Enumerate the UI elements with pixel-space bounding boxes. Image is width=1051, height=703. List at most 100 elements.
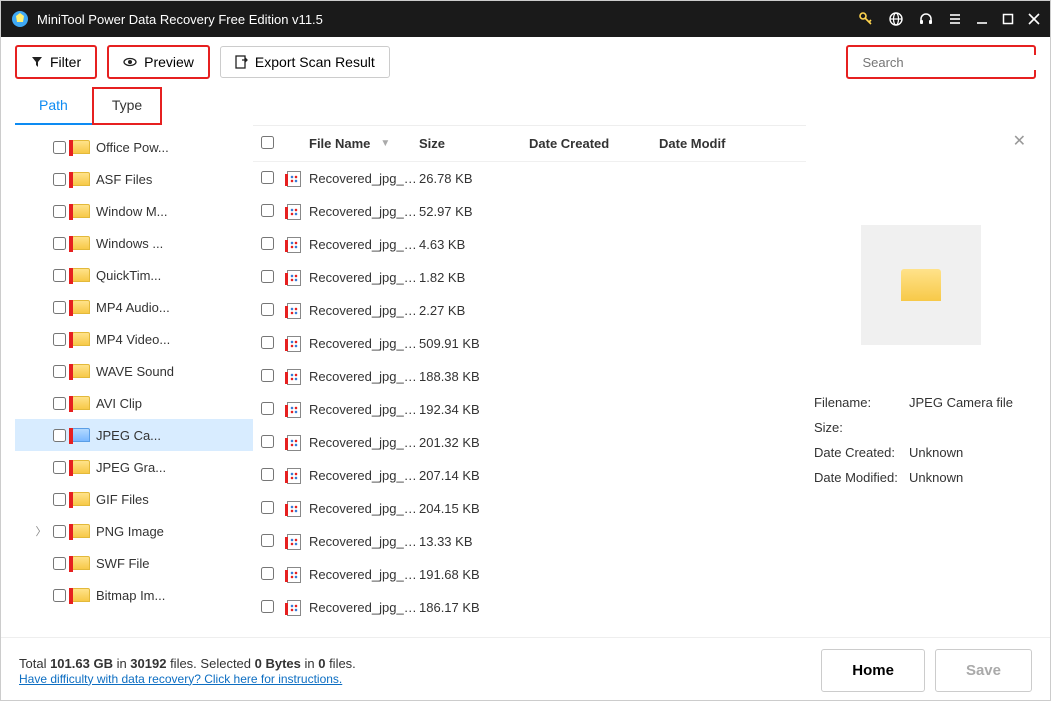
sidebar-item-label: MP4 Audio... (96, 300, 170, 315)
sidebar-item-label: GIF Files (96, 492, 149, 507)
tree-checkbox[interactable] (53, 589, 66, 602)
folder-icon (72, 364, 90, 378)
sidebar-item[interactable]: 〉PNG Image (15, 515, 253, 547)
tree-checkbox[interactable] (53, 461, 66, 474)
file-row[interactable]: Recovered_jpg_fil...13.33 KB (253, 525, 806, 558)
folder-icon (72, 204, 90, 218)
col-date-created[interactable]: Date Created (529, 136, 659, 151)
sidebar-item[interactable]: QuickTim... (15, 259, 253, 291)
sidebar-item[interactable]: JPEG Ca... (15, 419, 253, 451)
sidebar-item-label: Windows ... (96, 236, 163, 251)
tree-checkbox[interactable] (53, 237, 66, 250)
file-name: Recovered_jpg_fil... (309, 303, 419, 318)
filter-button[interactable]: Filter (15, 45, 97, 79)
file-row[interactable]: Recovered_jpg_fil...52.97 KB (253, 195, 806, 228)
sidebar-item[interactable]: Bitmap Im... (15, 579, 253, 611)
file-list-body[interactable]: Recovered_jpg_fil...26.78 KBRecovered_jp… (253, 162, 806, 637)
home-button[interactable]: Home (821, 649, 925, 692)
file-row[interactable]: Recovered_jpg_fil...188.38 KB (253, 360, 806, 393)
file-size: 192.34 KB (419, 402, 529, 417)
file-row[interactable]: Recovered_jpg_fil...191.68 KB (253, 558, 806, 591)
menu-icon[interactable] (948, 12, 962, 26)
tree-checkbox[interactable] (53, 269, 66, 282)
sidebar-item[interactable]: Office Pow... (15, 131, 253, 163)
col-filename[interactable]: File Name ▼ (309, 136, 419, 151)
sidebar-item[interactable]: SWF File (15, 547, 253, 579)
file-checkbox[interactable] (261, 336, 274, 349)
search-box[interactable] (846, 45, 1036, 79)
tree-checkbox[interactable] (53, 429, 66, 442)
file-row[interactable]: Recovered_jpg_fil...509.91 KB (253, 327, 806, 360)
file-icon (287, 468, 301, 484)
file-row[interactable]: Recovered_jpg_fil...1.82 KB (253, 261, 806, 294)
tree-checkbox[interactable] (53, 205, 66, 218)
tree-checkbox[interactable] (53, 525, 66, 538)
file-checkbox[interactable] (261, 600, 274, 613)
sidebar-item[interactable]: JPEG Gra... (15, 451, 253, 483)
file-size: 207.14 KB (419, 468, 529, 483)
tree-checkbox[interactable] (53, 365, 66, 378)
tab-path[interactable]: Path (15, 87, 92, 125)
file-row[interactable]: Recovered_jpg_fil...2.27 KB (253, 294, 806, 327)
minimize-button[interactable] (976, 13, 988, 25)
maximize-button[interactable] (1002, 13, 1014, 25)
file-row[interactable]: Recovered_jpg_fil...204.15 KB (253, 492, 806, 525)
sidebar-item[interactable]: Window M... (15, 195, 253, 227)
search-input[interactable] (862, 55, 1038, 70)
tree-checkbox[interactable] (53, 493, 66, 506)
key-icon[interactable] (858, 11, 874, 27)
file-icon (287, 237, 301, 253)
sidebar-item[interactable]: Windows ... (15, 227, 253, 259)
file-row[interactable]: Recovered_jpg_fil...4.63 KB (253, 228, 806, 261)
file-row[interactable]: Recovered_jpg_fil...201.32 KB (253, 426, 806, 459)
sidebar-item[interactable]: MP4 Video... (15, 323, 253, 355)
close-icon[interactable]: ✕ (1013, 131, 1026, 151)
tree-checkbox[interactable] (53, 333, 66, 346)
file-checkbox[interactable] (261, 435, 274, 448)
close-button[interactable] (1028, 13, 1040, 25)
col-size[interactable]: Size (419, 136, 529, 151)
tree-checkbox[interactable] (53, 397, 66, 410)
file-checkbox[interactable] (261, 468, 274, 481)
file-checkbox[interactable] (261, 567, 274, 580)
file-checkbox[interactable] (261, 303, 274, 316)
file-row[interactable]: Recovered_jpg_fil...26.78 KB (253, 162, 806, 195)
sidebar-item[interactable]: WAVE Sound (15, 355, 253, 387)
export-button[interactable]: Export Scan Result (220, 46, 390, 78)
file-checkbox[interactable] (261, 237, 274, 250)
help-link[interactable]: Have difficulty with data recovery? Clic… (19, 672, 342, 686)
file-checkbox[interactable] (261, 270, 274, 283)
sidebar-item[interactable]: MP4 Audio... (15, 291, 253, 323)
tree-checkbox[interactable] (53, 557, 66, 570)
sidebar-item[interactable]: AVI Clip (15, 387, 253, 419)
folder-icon (72, 460, 90, 474)
preview-button[interactable]: Preview (107, 45, 210, 79)
sidebar-item-label: Window M... (96, 204, 168, 219)
thumbnail (861, 225, 981, 345)
file-row[interactable]: Recovered_jpg_fil...186.17 KB (253, 591, 806, 624)
tree-checkbox[interactable] (53, 301, 66, 314)
titlebar: MiniTool Power Data Recovery Free Editio… (1, 1, 1050, 37)
file-list: File Name ▼ Size Date Created Date Modif… (253, 125, 806, 637)
globe-icon[interactable] (888, 11, 904, 27)
file-row[interactable]: Recovered_jpg_fil...207.14 KB (253, 459, 806, 492)
select-all-checkbox[interactable] (261, 136, 274, 149)
file-row[interactable]: Recovered_jpg_fil...192.34 KB (253, 393, 806, 426)
headphones-icon[interactable] (918, 11, 934, 27)
file-checkbox[interactable] (261, 204, 274, 217)
tree-checkbox[interactable] (53, 173, 66, 186)
file-checkbox[interactable] (261, 501, 274, 514)
col-date-modified[interactable]: Date Modif (659, 136, 749, 151)
sidebar-item[interactable]: ASF Files (15, 163, 253, 195)
tree-checkbox[interactable] (53, 141, 66, 154)
file-checkbox[interactable] (261, 171, 274, 184)
tab-type[interactable]: Type (92, 87, 162, 125)
file-checkbox[interactable] (261, 402, 274, 415)
file-icon (287, 402, 301, 418)
sidebar-item[interactable]: GIF Files (15, 483, 253, 515)
file-checkbox[interactable] (261, 369, 274, 382)
chevron-right-icon[interactable]: 〉 (35, 523, 47, 539)
file-checkbox[interactable] (261, 534, 274, 547)
folder-icon (72, 492, 90, 506)
save-button[interactable]: Save (935, 649, 1032, 692)
